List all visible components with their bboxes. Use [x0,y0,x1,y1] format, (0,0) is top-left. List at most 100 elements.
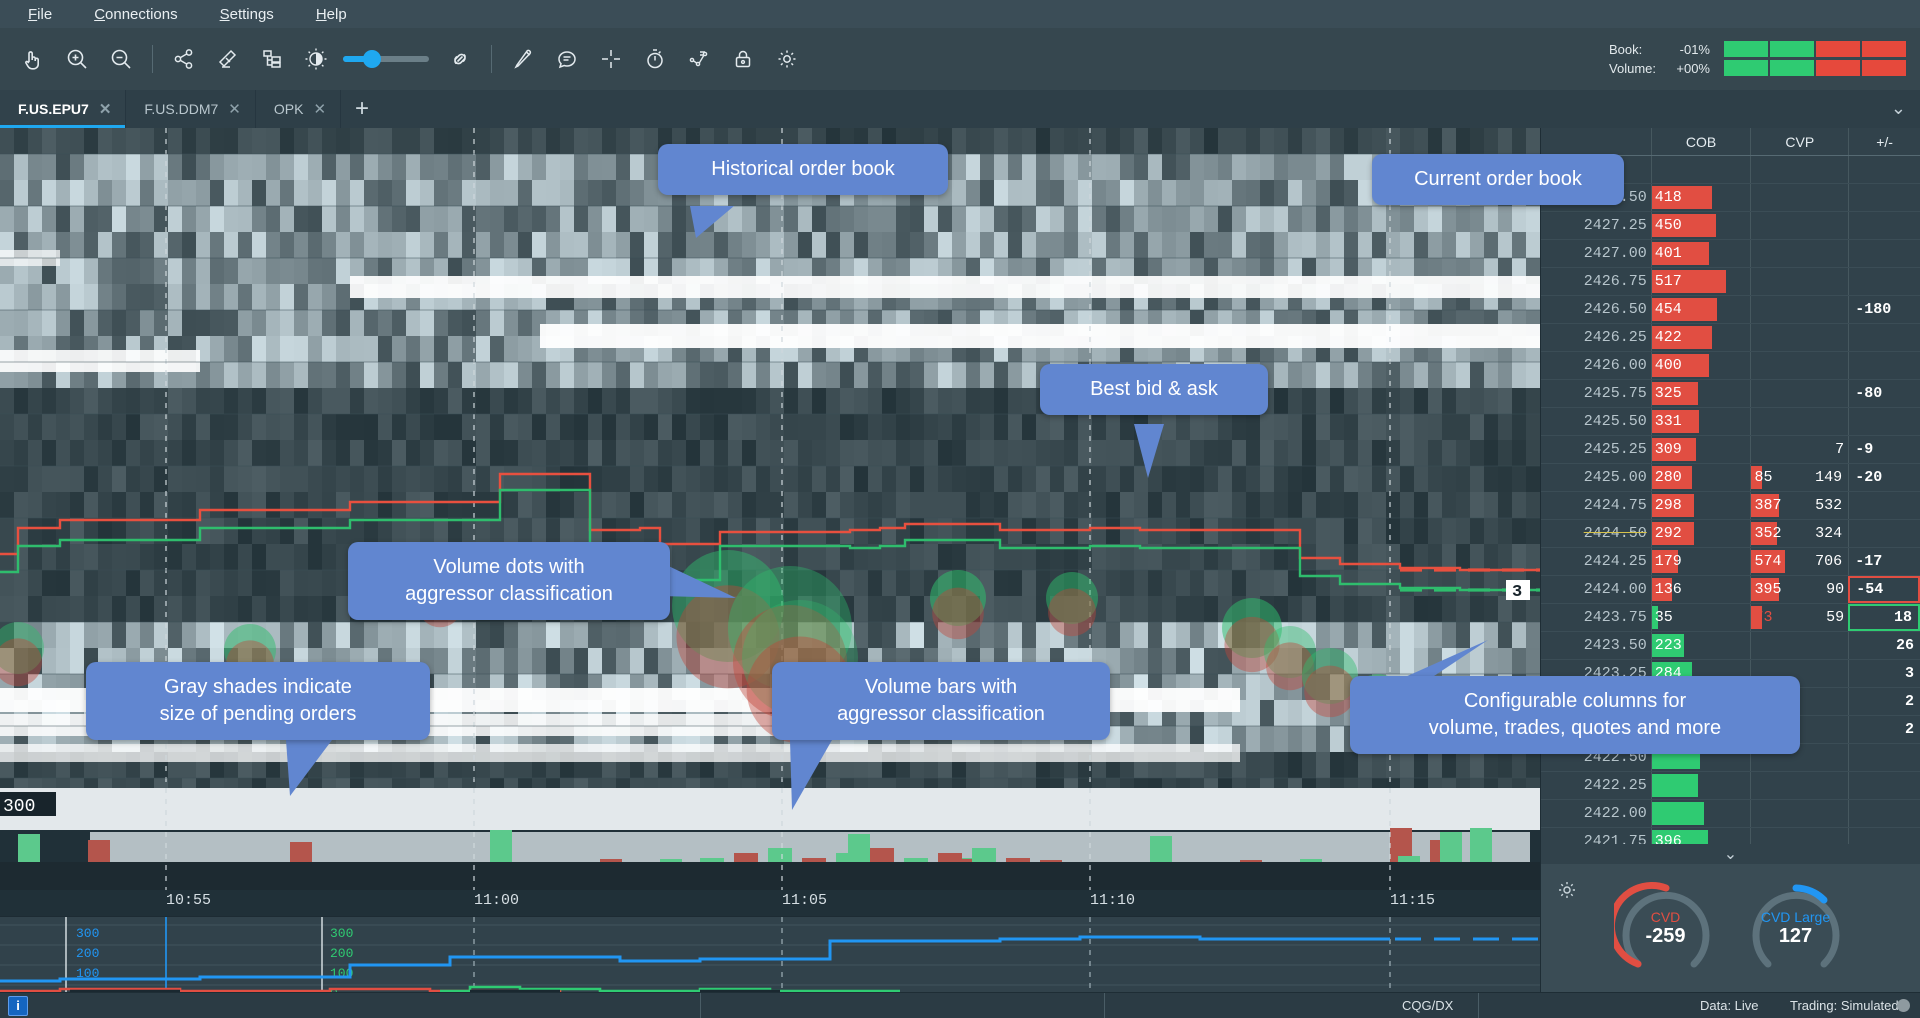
dom-row[interactable]: 2423.50 223 26 [1541,632,1920,660]
dom-plusminus-cell[interactable]: -54 [1848,576,1920,603]
tab-opk[interactable]: OPK ✕ [256,90,342,128]
dom-plusminus-cell[interactable]: -9 [1848,436,1920,463]
dom-row[interactable]: 2423.75 35 73 59 18 [1541,604,1920,632]
dom-cob-cell[interactable]: 292 [1650,520,1751,547]
dom-cob-cell[interactable]: 309 [1650,436,1751,463]
gear-icon[interactable] [766,38,808,80]
dom-row[interactable]: 2425.00 280 85 149 -20 [1541,464,1920,492]
dom-row[interactable]: 2425.25 309 7 -9 [1541,436,1920,464]
dom-plusminus-cell[interactable]: -180 [1848,296,1920,323]
dom-cob-cell[interactable]: 422 [1650,324,1751,351]
gauges-settings-gear-icon[interactable] [1555,878,1579,902]
dom-row[interactable]: 2422.25 [1541,772,1920,800]
menu-item-help[interactable]: Help [316,6,347,23]
dom-cvp-cell[interactable] [1750,324,1848,351]
dom-plusminus-cell[interactable] [1848,772,1920,799]
layers-icon[interactable] [251,38,293,80]
dom-cvp-cell[interactable] [1750,828,1848,844]
dom-cob-cell[interactable]: 517 [1650,268,1751,295]
dom-cvp-cell[interactable] [1750,296,1848,323]
crosshair-icon[interactable] [590,38,632,80]
dom-plusminus-cell[interactable]: 26 [1848,632,1920,659]
close-icon[interactable]: ✕ [313,100,326,118]
dom-row[interactable]: 2427.25 450 [1541,212,1920,240]
dom-plusminus-cell[interactable] [1848,408,1920,435]
dom-row[interactable]: 2422.00 [1541,800,1920,828]
dom-cob-cell[interactable]: 325 [1650,380,1751,407]
dom-cvp-cell[interactable]: 387 532 [1750,492,1848,519]
dom-plusminus-cell[interactable] [1848,828,1920,844]
tab-f-us-ddm7[interactable]: F.US.DDM7 ✕ [126,90,256,128]
dom-plusminus-cell[interactable] [1848,324,1920,351]
dom-cvp-cell[interactable] [1750,632,1848,659]
dom-row[interactable]: 2425.50 331 [1541,408,1920,436]
dom-plusminus-cell[interactable]: -80 [1848,380,1920,407]
volume-histogram[interactable]: 300 [0,788,1540,890]
add-tab-button[interactable]: + [341,90,383,128]
stopwatch-icon[interactable] [634,38,676,80]
dom-cob-cell[interactable]: 400 [1650,352,1751,379]
dom-cvp-cell[interactable] [1750,156,1848,183]
dom-row[interactable]: 2426.25 422 [1541,324,1920,352]
dom-cob-cell[interactable]: 454 [1650,296,1751,323]
antenna-icon[interactable] [207,38,249,80]
zoom-in-icon[interactable] [56,38,98,80]
dom-cvp-cell[interactable]: 574 706 [1750,548,1848,575]
dom-plusminus-cell[interactable]: 18 [1848,604,1920,631]
brightness-icon[interactable] [295,38,337,80]
dom-row[interactable]: 2424.00 136 395 90 -54 [1541,576,1920,604]
dom-cob-cell[interactable]: 298 [1650,492,1751,519]
dom-expand-button[interactable]: ⌄ [1541,844,1920,864]
tab-f-us-epu7[interactable]: F.US.EPU7 ✕ [0,90,127,128]
close-icon[interactable]: ✕ [99,100,112,118]
dom-plusminus-cell[interactable] [1848,744,1920,771]
dom-cob-cell[interactable] [1650,156,1751,183]
dom-cvp-cell[interactable] [1750,184,1848,211]
cvd-indicator-panel[interactable]: 3002001000-100-2003002001000-100-200 [0,916,1540,992]
dom-row[interactable]: 2426.00 400 [1541,352,1920,380]
zoom-out-icon[interactable] [100,38,142,80]
dom-cvp-cell[interactable] [1750,268,1848,295]
chevron-down-icon[interactable]: ⌄ [1891,98,1906,119]
dom-plusminus-cell[interactable] [1848,156,1920,183]
dom-cvp-cell[interactable] [1750,212,1848,239]
dom-plusminus-cell[interactable] [1848,520,1920,547]
dom-header-plusminus[interactable]: +/- [1848,128,1920,155]
dom-row[interactable]: 2427.00 401 [1541,240,1920,268]
dom-plusminus-cell[interactable]: 2 [1848,688,1920,715]
dom-cob-cell[interactable] [1650,772,1751,799]
dom-plusminus-cell[interactable] [1848,212,1920,239]
hand-cursor-icon[interactable] [12,38,54,80]
dom-cob-cell[interactable]: 401 [1650,240,1751,267]
dom-cvp-cell[interactable] [1750,240,1848,267]
dom-cvp-cell[interactable]: 7 [1750,436,1848,463]
dom-plusminus-cell[interactable] [1848,492,1920,519]
share-nodes-icon[interactable] [163,38,205,80]
indicator-icon[interactable] [678,38,720,80]
menu-item-settings[interactable]: Settings [220,6,274,23]
dom-row[interactable]: 2426.50 454 -180 [1541,296,1920,324]
link-icon[interactable] [439,38,481,80]
dom-plusminus-cell[interactable] [1848,268,1920,295]
dom-cvp-cell[interactable]: 395 90 [1750,576,1848,603]
dom-plusminus-cell[interactable]: -20 [1848,464,1920,491]
dom-cvp-cell[interactable] [1750,800,1848,827]
dom-header-cob[interactable]: COB [1650,128,1751,155]
dom-cvp-cell[interactable] [1750,772,1848,799]
dom-row[interactable]: 2424.25 179 574 706 -17 [1541,548,1920,576]
dom-cob-cell[interactable]: 450 [1650,212,1751,239]
dom-cob-cell[interactable]: 396 [1650,828,1751,844]
lock-icon[interactable] [722,38,764,80]
dom-plusminus-cell[interactable]: 3 [1848,660,1920,687]
dom-cvp-cell[interactable] [1750,352,1848,379]
dom-cvp-cell[interactable] [1750,408,1848,435]
annotation-icon[interactable] [546,38,588,80]
dom-cob-cell[interactable]: 331 [1650,408,1751,435]
dom-row[interactable]: 2425.75 325 -80 [1541,380,1920,408]
dom-plusminus-cell[interactable] [1848,800,1920,827]
dom-row[interactable]: 2424.50 292 352 324 [1541,520,1920,548]
dom-cob-cell[interactable]: 35 [1650,604,1751,631]
dom-cob-cell[interactable]: 136 [1650,576,1751,603]
dom-cob-cell[interactable]: 179 [1650,548,1751,575]
dom-cob-cell[interactable]: 418 [1650,184,1751,211]
